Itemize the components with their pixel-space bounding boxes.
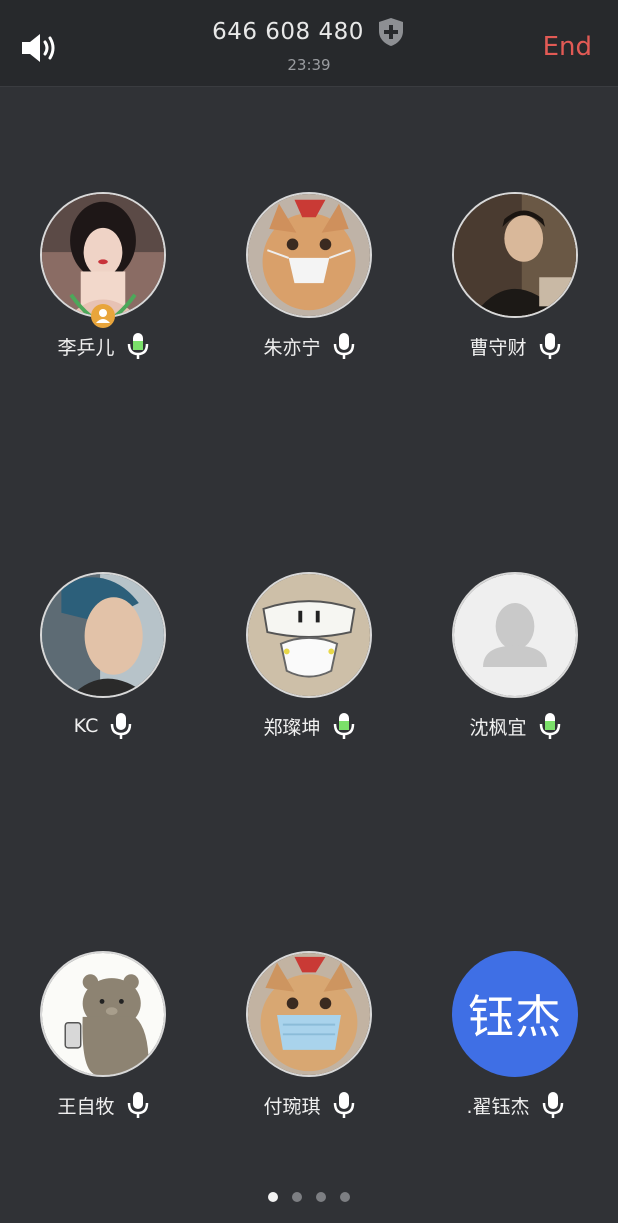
participant-name: 朱亦宁 [263,336,321,359]
call-title: 646 608 480 [0,16,618,48]
mic-active-icon [539,713,560,739]
avatar-placeholder[interactable] [452,572,578,698]
initials-avatar[interactable]: 钰杰 [452,951,578,1077]
participant-name: 王自牧 [57,1095,115,1118]
page-dot-4[interactable] [340,1192,350,1202]
mic-icon [539,333,560,359]
avatar-initials: 钰杰 [468,990,562,1044]
participant-name: 沈枫宜 [469,716,527,739]
avatar[interactable] [40,572,166,698]
page-indicator [0,1192,618,1202]
mic-active-icon [127,333,148,359]
avatar[interactable] [452,192,578,318]
participant-name: 付琬琪 [263,1095,321,1118]
host-badge-icon [91,304,115,328]
mic-icon [111,713,132,739]
participant-tile: 王自牧 [0,951,206,1151]
avatar[interactable] [246,192,372,318]
avatar[interactable] [40,951,166,1077]
shield-plus-icon[interactable] [376,16,406,48]
participant-tile: KC [0,572,206,772]
mic-icon [127,1092,148,1118]
mic-icon [333,1092,354,1118]
participant-tile: 钰杰 .翟钰杰 [412,951,618,1151]
participant-tile: 沈枫宜 [412,572,618,772]
mic-active-icon [333,713,354,739]
participant-name: 郑璨坤 [263,716,321,739]
participant-name: KC [73,715,99,737]
mic-icon [542,1092,563,1118]
participant-tile: 郑璨坤 [206,572,412,772]
participant-name: 曹守财 [469,336,527,359]
call-timer: 23:39 [287,56,331,74]
page-dot-2[interactable] [292,1192,302,1202]
avatar[interactable] [246,572,372,698]
participant-name: 李乒儿 [57,336,115,359]
end-call-button[interactable]: End [543,32,592,62]
page-dot-1[interactable] [268,1192,278,1202]
page-dot-3[interactable] [316,1192,326,1202]
participant-tile: 李乒儿 [0,192,206,392]
participant-tile: 朱亦宁 [206,192,412,392]
avatar[interactable] [40,192,166,318]
participant-name: .翟钰杰 [466,1095,530,1118]
call-header: 646 608 480 23:39 End [0,0,618,87]
avatar[interactable] [246,951,372,1077]
call-id: 646 608 480 [212,19,364,45]
mic-icon [333,333,354,359]
participant-tile: 曹守财 [412,192,618,392]
participant-tile: 付琬琪 [206,951,412,1151]
